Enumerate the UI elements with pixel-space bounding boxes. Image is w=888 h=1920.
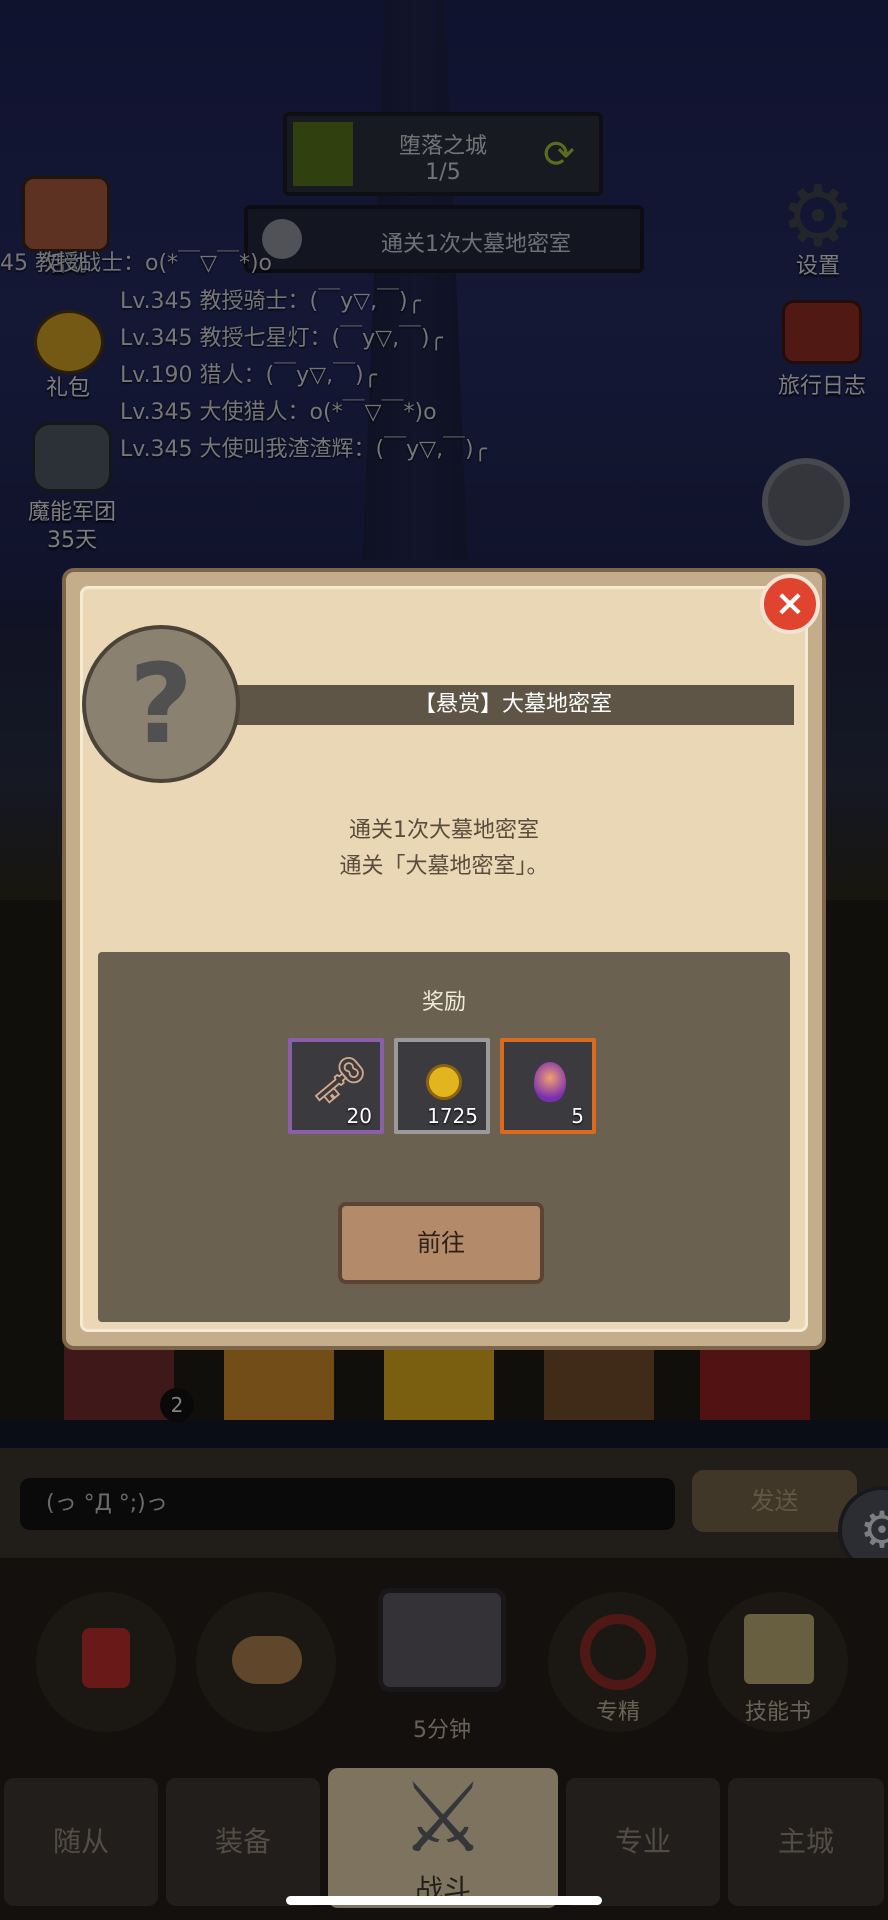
key-icon: 🗝 bbox=[310, 1053, 369, 1107]
reward-title: 奖励 bbox=[421, 990, 466, 1015]
reward-item-gold[interactable]: 1725 bbox=[394, 1038, 490, 1134]
reward-panel: 奖励 🗝 20 1725 5 前往 bbox=[98, 952, 790, 1322]
reward-item-key[interactable]: 🗝 20 bbox=[288, 1038, 384, 1134]
close-button[interactable]: × bbox=[760, 574, 820, 634]
question-mark-icon: ? bbox=[82, 625, 240, 783]
goto-button[interactable]: 前往 bbox=[338, 1202, 544, 1284]
reward-count: 1725 bbox=[427, 1104, 478, 1128]
reward-item-gem[interactable]: 5 bbox=[500, 1038, 596, 1134]
purple-gem-icon bbox=[534, 1062, 566, 1102]
quest-description-title: 通关1次大墓地密室 bbox=[349, 818, 539, 843]
reward-count: 20 bbox=[346, 1104, 372, 1128]
reward-count: 5 bbox=[571, 1104, 584, 1128]
quest-description-detail: 通关「大墓地密室」。 bbox=[339, 854, 549, 879]
home-indicator[interactable] bbox=[286, 1896, 602, 1905]
gold-coin-icon bbox=[426, 1064, 462, 1100]
dialog-title: 【悬赏】大墓地密室 bbox=[232, 685, 794, 725]
